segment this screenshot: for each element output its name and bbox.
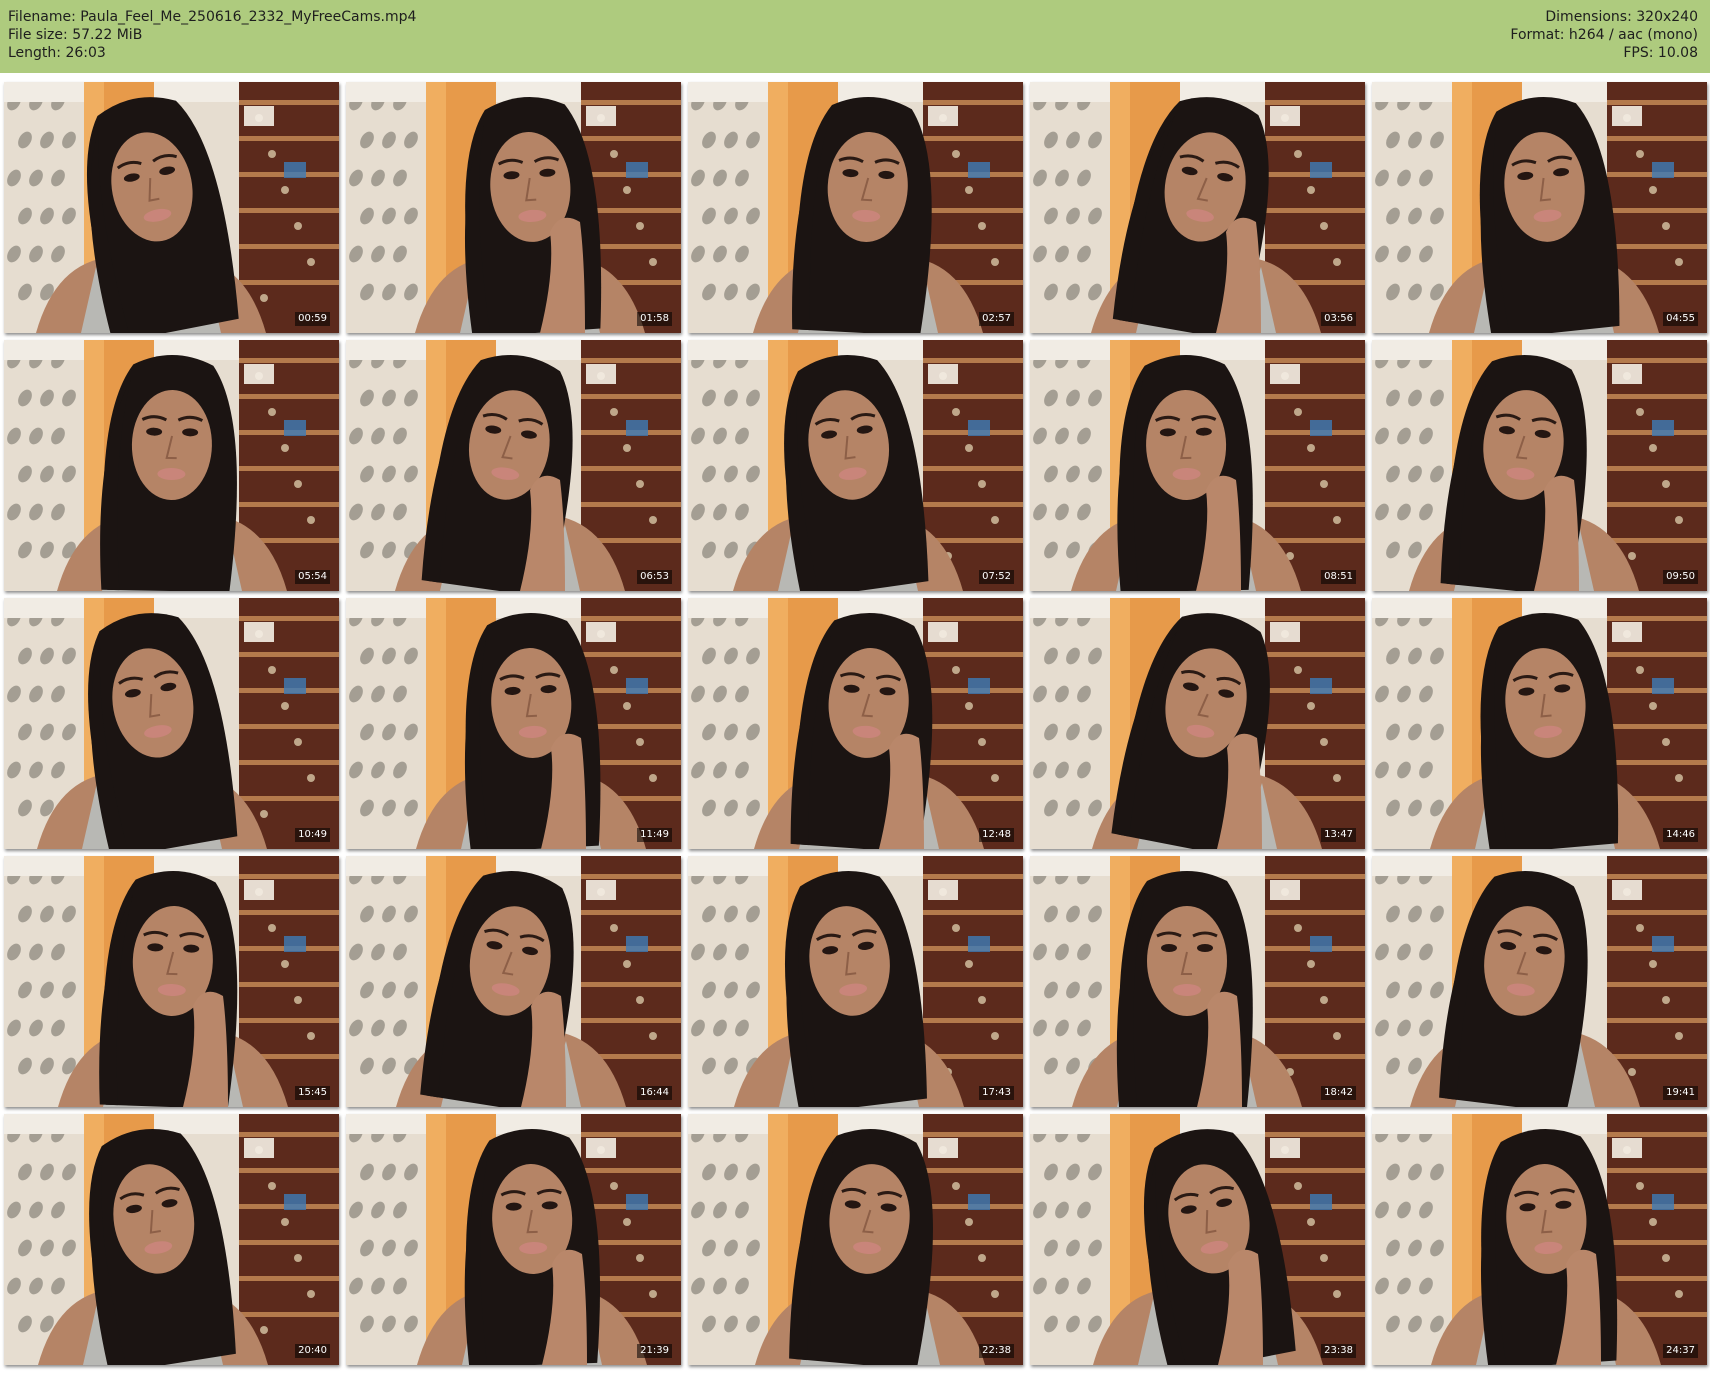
- timestamp-label: 24:37: [1663, 1344, 1698, 1358]
- thumbnail-image: [4, 82, 339, 333]
- thumbnail-image: [346, 82, 681, 333]
- filesize-text: File size: 57.22 MiB: [8, 27, 143, 43]
- video-thumbnail[interactable]: 14:46: [1372, 598, 1707, 849]
- thumbnail-image: [1030, 340, 1365, 591]
- video-thumbnail[interactable]: 17:43: [688, 856, 1023, 1107]
- timestamp-label: 11:49: [637, 828, 672, 842]
- filename-text: Filename: Paula_Feel_Me_250616_2332_MyFr…: [8, 9, 417, 25]
- video-thumbnail[interactable]: 16:44: [346, 856, 681, 1107]
- thumbnail-image: [4, 1114, 339, 1365]
- thumbnail-image: [1372, 340, 1707, 591]
- video-thumbnail[interactable]: 15:45: [4, 856, 339, 1107]
- video-thumbnail[interactable]: 23:38: [1030, 1114, 1365, 1365]
- timestamp-label: 22:38: [979, 1344, 1014, 1358]
- thumbnail-image: [1372, 1114, 1707, 1365]
- thumbnail-image: [4, 340, 339, 591]
- thumbnail-image: [688, 856, 1023, 1107]
- thumbnail-image: [346, 598, 681, 849]
- timestamp-label: 07:52: [979, 570, 1014, 584]
- timestamp-label: 21:39: [637, 1344, 672, 1358]
- thumbnail-image: [688, 340, 1023, 591]
- timestamp-label: 16:44: [637, 1086, 672, 1100]
- video-thumbnail[interactable]: 04:55: [1372, 82, 1707, 333]
- timestamp-label: 01:58: [637, 312, 672, 326]
- video-thumbnail[interactable]: 09:50: [1372, 340, 1707, 591]
- fps-text: FPS: 10.08: [1623, 45, 1698, 61]
- timestamp-label: 23:38: [1321, 1344, 1356, 1358]
- video-thumbnail[interactable]: 12:48: [688, 598, 1023, 849]
- thumbnail-image: [688, 82, 1023, 333]
- video-thumbnail[interactable]: 10:49: [4, 598, 339, 849]
- video-thumbnail[interactable]: 22:38: [688, 1114, 1023, 1365]
- video-thumbnail[interactable]: 13:47: [1030, 598, 1365, 849]
- video-thumbnail[interactable]: 07:52: [688, 340, 1023, 591]
- thumbnail-image: [1372, 856, 1707, 1107]
- video-thumbnail[interactable]: 00:59: [4, 82, 339, 333]
- video-thumbnail[interactable]: 06:53: [346, 340, 681, 591]
- timestamp-label: 17:43: [979, 1086, 1014, 1100]
- thumbnail-image: [1030, 598, 1365, 849]
- timestamp-label: 09:50: [1663, 570, 1698, 584]
- timestamp-label: 04:55: [1663, 312, 1698, 326]
- thumbnail-image: [1372, 598, 1707, 849]
- video-thumbnail[interactable]: 03:56: [1030, 82, 1365, 333]
- thumbnail-image: [4, 598, 339, 849]
- video-thumbnail[interactable]: 01:58: [346, 82, 681, 333]
- thumbnail-image: [1372, 82, 1707, 333]
- file-info-left: Filename: Paula_Feel_Me_250616_2332_MyFr…: [8, 8, 416, 62]
- timestamp-label: 19:41: [1663, 1086, 1698, 1100]
- video-thumbnail[interactable]: 11:49: [346, 598, 681, 849]
- dimensions-text: Dimensions: 320x240: [1545, 9, 1698, 25]
- thumbnail-image: [4, 856, 339, 1107]
- video-thumbnail[interactable]: 02:57: [688, 82, 1023, 333]
- timestamp-label: 18:42: [1321, 1086, 1356, 1100]
- timestamp-label: 08:51: [1321, 570, 1356, 584]
- thumbnail-image: [346, 1114, 681, 1365]
- thumbnail-image: [346, 856, 681, 1107]
- timestamp-label: 03:56: [1321, 312, 1356, 326]
- thumbnail-image: [688, 1114, 1023, 1365]
- timestamp-label: 02:57: [979, 312, 1014, 326]
- thumbnail-image: [688, 598, 1023, 849]
- video-thumbnail[interactable]: 08:51: [1030, 340, 1365, 591]
- format-text: Format: h264 / aac (mono): [1510, 27, 1698, 43]
- video-thumbnail[interactable]: 19:41: [1372, 856, 1707, 1107]
- video-thumbnail[interactable]: 20:40: [4, 1114, 339, 1365]
- timestamp-label: 12:48: [979, 828, 1014, 842]
- timestamp-label: 05:54: [295, 570, 330, 584]
- thumbnail-image: [1030, 856, 1365, 1107]
- info-header: Filename: Paula_Feel_Me_250616_2332_MyFr…: [0, 0, 1710, 73]
- file-info-right: Dimensions: 320x240 Format: h264 / aac (…: [1510, 8, 1698, 62]
- thumbnail-image: [1030, 1114, 1365, 1365]
- video-thumbnail[interactable]: 24:37: [1372, 1114, 1707, 1365]
- video-thumbnail[interactable]: 05:54: [4, 340, 339, 591]
- video-thumbnail[interactable]: 21:39: [346, 1114, 681, 1365]
- timestamp-label: 10:49: [295, 828, 330, 842]
- thumbnail-image: [346, 340, 681, 591]
- timestamp-label: 06:53: [637, 570, 672, 584]
- thumbnail-grid: 00:59 01:58 02:57 03:56 04:55 05:54 06:53 07:52…: [4, 82, 1707, 1370]
- timestamp-label: 00:59: [295, 312, 330, 326]
- timestamp-label: 14:46: [1663, 828, 1698, 842]
- video-thumbnail[interactable]: 18:42: [1030, 856, 1365, 1107]
- thumbnail-image: [1030, 82, 1365, 333]
- timestamp-label: 15:45: [295, 1086, 330, 1100]
- length-text: Length: 26:03: [8, 45, 106, 61]
- timestamp-label: 20:40: [295, 1344, 330, 1358]
- timestamp-label: 13:47: [1321, 828, 1356, 842]
